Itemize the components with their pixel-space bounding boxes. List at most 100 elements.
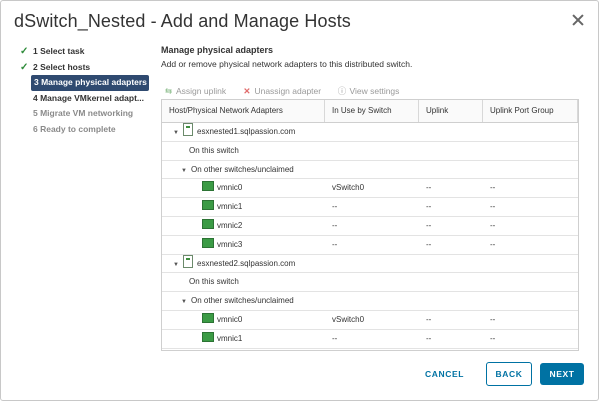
uplink-cell — [419, 255, 483, 273]
adapter-cell: vmnic0 — [162, 179, 325, 197]
adapter-row[interactable]: vmnic2------ — [162, 349, 578, 350]
in-use-cell: -- — [325, 349, 419, 350]
uplink-port-group-cell: -- — [490, 220, 496, 230]
uplink-port-group-cell — [483, 292, 578, 310]
group-name: On this switch — [189, 277, 239, 287]
uplink-port-group-cell: -- — [490, 314, 496, 324]
adapter-row[interactable]: vmnic0 vSwitch0 -- -- — [162, 179, 578, 199]
in-use-cell: vSwitch0 — [332, 314, 365, 324]
step-label: 6 Ready to complete — [33, 123, 116, 134]
unassign-adapter-button[interactable]: ✕ Unassign adapter — [242, 86, 321, 97]
step-select-task[interactable]: ✓ 1 Select task — [19, 44, 149, 60]
back-button[interactable]: BACK — [486, 362, 532, 386]
in-use-cell: -- — [332, 220, 338, 230]
uplink-cell — [419, 273, 483, 291]
step-manage-physical-adapters[interactable]: 3 Manage physical adapters — [31, 75, 149, 91]
view-settings-button[interactable]: ⓘ View settings — [337, 85, 400, 97]
step-select-hosts[interactable]: ✓ 2 Select hosts — [19, 60, 149, 76]
uplink-cell: -- — [419, 349, 483, 350]
info-icon: ⓘ — [337, 86, 347, 96]
group-row[interactable]: On this switch — [162, 142, 578, 161]
in-use-cell: -- — [332, 202, 338, 212]
step-label: 3 Manage physical adapters — [34, 77, 147, 87]
uplink-cell: -- — [426, 314, 432, 324]
section-heading: Manage physical adapters — [161, 45, 274, 55]
uplink-cell: -- — [426, 202, 432, 212]
main-content: Manage physical adapters Add or remove p… — [161, 45, 581, 69]
group-row[interactable]: On this switch — [162, 273, 578, 293]
host-cell: ▼ esxnested2.sqlpassion.com — [162, 254, 325, 275]
group-cell: ▼ On other switches/unclaimed — [162, 292, 325, 310]
dialog-footer: CANCEL BACK NEXT — [411, 362, 584, 386]
host-name: esxnested2.sqlpassion.com — [197, 258, 296, 268]
step-label: 5 Migrate VM networking — [33, 108, 134, 118]
wizard-steps: ✓ 1 Select task ✓ 2 Select hosts 3 Manage … — [19, 44, 149, 137]
uplink-cell: -- — [426, 239, 432, 249]
adapter-name: vmnic0 — [217, 314, 243, 324]
next-button[interactable]: NEXT — [540, 363, 584, 385]
adapter-row[interactable]: vmnic3 -- -- -- — [162, 236, 578, 255]
group-cell: On this switch — [162, 273, 325, 291]
group-row[interactable]: ▼ On other switches/unclaimed — [162, 292, 578, 311]
grid-body: ▼ esxnested1.sqlpassion.com On this switch… — [162, 123, 578, 350]
in-use-cell — [325, 273, 419, 291]
host-name: esxnested1.sqlpassion.com — [197, 127, 296, 136]
step-label: 2 Select hosts — [33, 61, 91, 72]
group-cell: ▼ On other switches/unclaimed — [162, 161, 325, 179]
uplink-cell: -- — [426, 220, 432, 230]
adapter-row[interactable]: vmnic0 vSwitch0 -- -- — [162, 311, 578, 330]
group-cell: On this switch — [162, 142, 325, 160]
uplink-port-group-cell — [483, 123, 578, 141]
adapter-cell: vmnic1 — [162, 198, 325, 216]
step-ready-to-complete: 6 Ready to complete — [19, 122, 149, 138]
adapter-row[interactable]: vmnic1 -- -- -- — [162, 198, 578, 217]
expand-triangle-icon[interactable]: ▼ — [173, 256, 183, 275]
network-adapter-icon — [202, 237, 214, 248]
group-name: On this switch — [189, 145, 239, 155]
expand-triangle-icon[interactable]: ▼ — [181, 293, 191, 312]
adapters-grid: Host/Physical Network Adapters In Use by… — [161, 99, 579, 351]
in-use-cell: -- — [332, 239, 338, 249]
add-manage-hosts-dialog: dSwitch_Nested - Add and Manage Hosts ✓ 1… — [0, 0, 599, 401]
uplink-port-group-cell: -- — [490, 333, 496, 343]
uplink-cell — [419, 161, 483, 179]
host-row[interactable]: ▼ esxnested2.sqlpassion.com — [162, 254, 578, 275]
group-name: On other switches/unclaimed — [191, 164, 294, 174]
network-adapter-icon — [202, 181, 214, 192]
adapter-name: vmnic0 — [217, 183, 243, 193]
column-header-uplink[interactable]: Uplink — [419, 100, 483, 122]
column-header-host[interactable]: Host/Physical Network Adapters — [162, 100, 325, 122]
uplink-cell — [419, 142, 483, 160]
uplink-port-group-cell: -- — [483, 349, 578, 350]
uplink-port-group-cell — [483, 142, 578, 160]
adapter-row[interactable]: vmnic1 -- -- -- — [162, 330, 578, 349]
group-row[interactable]: ▼ On other switches/unclaimed — [162, 161, 578, 180]
adapter-name: vmnic1 — [217, 333, 243, 343]
adapter-row[interactable]: vmnic2 -- -- -- — [162, 217, 578, 236]
expand-triangle-icon[interactable]: ▼ — [173, 124, 183, 143]
host-row[interactable]: ▼ esxnested1.sqlpassion.com — [162, 123, 578, 142]
in-use-cell — [325, 123, 419, 141]
x-icon: ✕ — [243, 86, 251, 96]
host-icon — [183, 123, 193, 136]
network-adapter-icon — [202, 200, 214, 211]
close-icon[interactable] — [571, 13, 585, 27]
assign-uplink-button[interactable]: ⇆ Assign uplink — [164, 86, 226, 97]
host-icon — [183, 254, 193, 268]
uplink-cell: -- — [426, 183, 432, 193]
column-header-uplink-port-group[interactable]: Uplink Port Group — [483, 100, 578, 122]
uplink-cell: -- — [426, 333, 432, 343]
expand-triangle-icon[interactable]: ▼ — [181, 162, 191, 181]
adapter-cell: vmnic0 — [162, 311, 325, 329]
adapter-cell: vmnic1 — [162, 330, 325, 348]
adapter-cell: vmnic3 — [162, 236, 325, 254]
cancel-button[interactable]: CANCEL — [411, 369, 478, 379]
step-migrate-vm-networking: 5 Migrate VM networking — [19, 106, 149, 122]
adapter-name: vmnic2 — [217, 220, 243, 230]
check-icon: ✓ — [20, 46, 29, 57]
column-header-in-use[interactable]: In Use by Switch — [325, 100, 419, 122]
adapter-name: vmnic3 — [217, 239, 243, 249]
uplink-port-group-cell: -- — [490, 183, 496, 193]
uplink-port-group-cell: -- — [490, 239, 496, 249]
step-manage-vmkernel-adapters[interactable]: 4 Manage VMkernel adapt... — [19, 91, 149, 107]
